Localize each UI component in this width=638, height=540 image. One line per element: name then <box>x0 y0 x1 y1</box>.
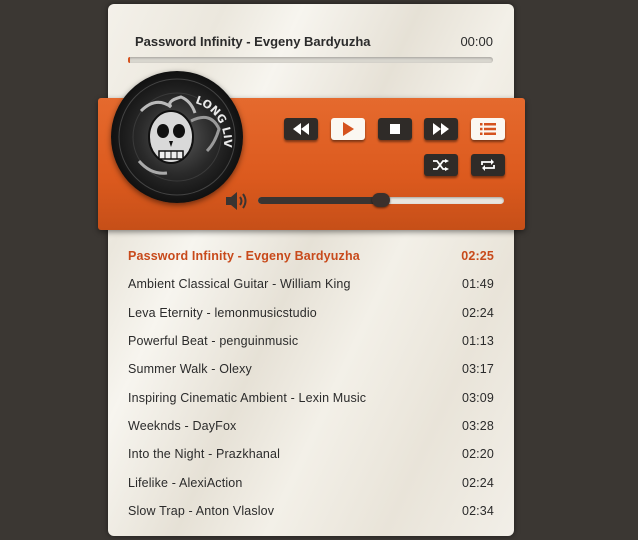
fast-forward-button[interactable] <box>424 118 458 140</box>
album-art: LONG LIVE <box>111 71 243 203</box>
track-duration: 01:49 <box>461 277 494 292</box>
playlist-icon <box>480 123 496 135</box>
playlist-item[interactable]: Leva Eternity - lemonmusicstudio 02:24 <box>128 299 494 327</box>
stop-button[interactable] <box>378 118 412 140</box>
track-duration: 02:25 <box>461 249 494 264</box>
shuffle-icon <box>433 159 449 171</box>
now-playing-title: Password Infinity - Evgeny Bardyuzha <box>135 33 371 49</box>
now-playing-bar: Password Infinity - Evgeny Bardyuzha 00:… <box>135 32 493 50</box>
playlist-item[interactable]: Summer Walk - Olexy 03:17 <box>128 355 494 383</box>
track-duration: 03:28 <box>461 418 494 433</box>
playlist-item[interactable]: Into the Night - Prazkhanal 02:20 <box>128 440 494 468</box>
rewind-button[interactable] <box>284 118 318 140</box>
track-title: Weeknds - DayFox <box>128 418 237 433</box>
seek-bar[interactable] <box>128 57 493 63</box>
track-duration: 01:13 <box>461 334 494 349</box>
playlist-item[interactable]: Password Infinity - Evgeny Bardyuzha 02:2… <box>128 242 494 270</box>
volume-slider-handle[interactable] <box>372 193 390 207</box>
track-title: Lifelike - AlexiAction <box>128 475 243 490</box>
track-duration: 02:34 <box>461 503 494 518</box>
volume-slider[interactable] <box>258 193 504 207</box>
rewind-icon <box>293 123 309 135</box>
stop-icon <box>390 124 400 134</box>
playlist-item[interactable]: Weeknds - DayFox 03:28 <box>128 412 494 440</box>
track-title: Leva Eternity - lemonmusicstudio <box>128 305 317 320</box>
shuffle-button[interactable] <box>424 154 458 176</box>
track-title: Inspiring Cinematic Ambient - Lexin Musi… <box>128 390 367 405</box>
play-icon <box>343 122 354 136</box>
elapsed-time: 00:00 <box>460 33 493 49</box>
play-button[interactable] <box>331 118 365 140</box>
volume-slider-fill <box>258 197 381 204</box>
track-title: Summer Walk - Olexy <box>128 362 252 377</box>
fast-forward-icon <box>433 123 449 135</box>
repeat-icon <box>481 159 495 171</box>
playlist-item[interactable]: Lifelike - AlexiAction 02:24 <box>128 468 494 496</box>
track-title: Powerful Beat - penguinmusic <box>128 334 299 349</box>
track-duration: 02:24 <box>461 475 494 490</box>
track-duration: 03:09 <box>461 390 494 405</box>
playlist-item[interactable]: Ambient Classical Guitar - William King 0… <box>128 270 494 298</box>
track-duration: 02:20 <box>461 447 494 462</box>
playlist-item[interactable]: Slow Trap - Anton Vlaslov 02:34 <box>128 497 494 525</box>
playlist-button[interactable] <box>471 118 505 140</box>
playlist: Password Infinity - Evgeny Bardyuzha 02:2… <box>128 242 494 525</box>
volume-icon[interactable] <box>225 190 251 212</box>
track-title: Password Infinity - Evgeny Bardyuzha <box>128 249 360 264</box>
repeat-button[interactable] <box>471 154 505 176</box>
track-duration: 02:24 <box>461 305 494 320</box>
track-title: Slow Trap - Anton Vlaslov <box>128 503 275 518</box>
track-title: Into the Night - Prazkhanal <box>128 447 281 462</box>
track-title: Ambient Classical Guitar - William King <box>128 277 351 292</box>
track-duration: 03:17 <box>461 362 494 377</box>
playlist-item[interactable]: Inspiring Cinematic Ambient - Lexin Musi… <box>128 383 494 411</box>
playlist-item[interactable]: Powerful Beat - penguinmusic 01:13 <box>128 327 494 355</box>
seek-bar-fill <box>128 57 130 63</box>
